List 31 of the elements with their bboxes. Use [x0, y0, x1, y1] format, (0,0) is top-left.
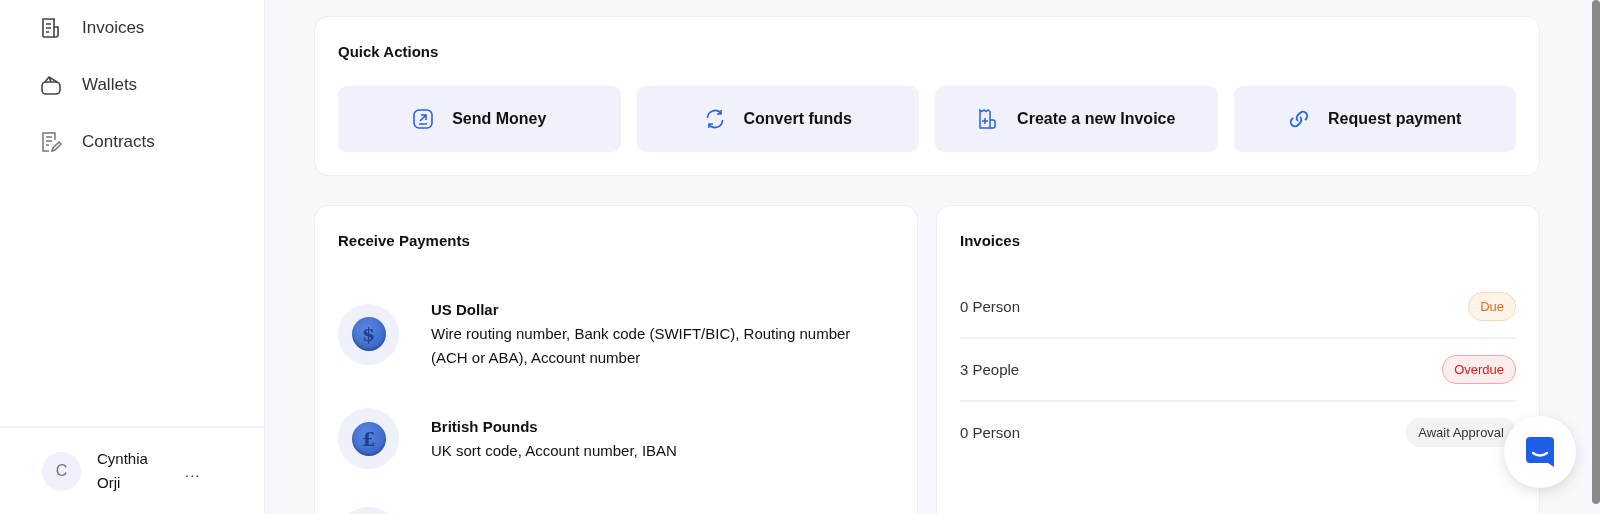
coin-icon: $ — [338, 303, 399, 365]
card-title: Invoices — [960, 232, 1022, 249]
sidebar-item[interactable]: Wallets — [40, 63, 138, 106]
sidebar-item[interactable]: Invoices — [40, 6, 145, 49]
user-name: Cynthia Orji — [97, 449, 149, 493]
currency-details: Wire routing number, Bank code (SWIFT/BIC), Routing number (ACH or ABA), Account number — [431, 324, 852, 368]
chat-icon — [1526, 437, 1554, 467]
document-pen-icon — [40, 130, 62, 153]
document-icon — [40, 16, 62, 39]
link-icon — [1288, 108, 1311, 130]
currency-name: US Dollar — [431, 300, 500, 320]
quick-action-button[interactable]: Send Money — [338, 86, 621, 152]
coin-icon: £ — [338, 408, 399, 469]
quick-action-button[interactable]: Convert funds — [636, 86, 919, 152]
invoice-count: 0 Person — [960, 424, 1021, 441]
status-badge: Overdue — [1442, 355, 1516, 384]
quick-action-button[interactable]: Request payment — [1233, 86, 1516, 152]
wallet-icon — [40, 73, 62, 96]
quick-action-button[interactable]: Create a new Invoice — [935, 86, 1218, 152]
scrollbar[interactable] — [1592, 0, 1600, 504]
invoice-count: 3 People — [960, 361, 1020, 378]
more-button[interactable]: ... — [183, 463, 203, 479]
sidebar-item[interactable]: Contracts — [40, 120, 155, 163]
card-title: Quick Actions — [338, 43, 440, 60]
user-avatar: C — [42, 451, 81, 491]
status-badge: Due — [1468, 292, 1516, 321]
currency-details: UK sort code, Account number, IBAN — [431, 440, 677, 461]
status-badge: Await Approval — [1406, 418, 1516, 447]
card-title: Receive Payments — [338, 232, 471, 249]
invoice-count: 0 Person — [960, 298, 1021, 315]
currency-name: British Pounds — [431, 416, 539, 437]
